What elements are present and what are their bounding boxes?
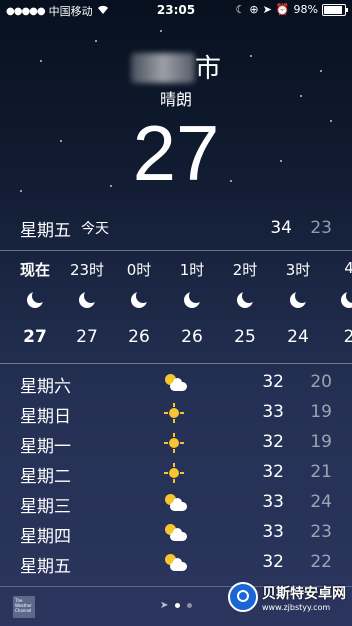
hour-label: 0时: [126, 261, 152, 279]
location-arrow-icon: ➤: [160, 600, 169, 611]
moon-icon: [289, 289, 309, 309]
daily-row: 星期五 32 22: [0, 548, 352, 578]
today-summary: 星期五 今天 34 23: [20, 214, 332, 242]
twc-logo-text: The Weather Channel: [15, 598, 32, 613]
hour-item: 3时 24: [272, 251, 324, 347]
moon-icon: [236, 289, 256, 309]
moon-icon: [340, 289, 352, 309]
watermark-logo-icon: [228, 582, 258, 612]
page-dot-active: [175, 603, 181, 608]
daily-low: 23: [310, 522, 332, 542]
sun-icon: [164, 463, 184, 483]
today-high: 34: [270, 218, 292, 238]
daily-high: 33: [262, 402, 284, 422]
daily-low: 22: [310, 552, 332, 572]
daily-high: 32: [262, 372, 284, 392]
daily-low: 24: [310, 492, 332, 512]
moon-icon: [130, 289, 150, 309]
city-name-redacted: [130, 53, 195, 83]
current-temperature: 27: [132, 109, 220, 197]
alarm-icon: ⏰: [275, 3, 290, 16]
daily-low: 19: [310, 432, 332, 452]
status-bar: ●●●●● 中国移动 23:05 ☾ ⊕ ➤ ⏰ 98%: [0, 0, 352, 20]
daily-day: 星期二: [20, 467, 71, 487]
hour-label: 1时: [179, 261, 205, 279]
partly-cloudy-icon: [164, 373, 188, 393]
battery-fill: [324, 5, 342, 14]
daily-low: 19: [310, 402, 332, 422]
daily-row: 星期二 32 21: [0, 458, 352, 488]
today-day: 星期五: [20, 220, 71, 241]
page-indicator[interactable]: ➤: [160, 600, 193, 611]
page-dot: [187, 603, 193, 608]
hour-label: 3时: [285, 261, 311, 279]
today-tag: 今天: [81, 221, 109, 237]
partly-cloudy-icon: [164, 493, 188, 513]
daily-day: 星期三: [20, 497, 71, 517]
daily-row: 星期三 33 24: [0, 488, 352, 518]
hour-item: 4 2: [323, 251, 352, 347]
hour-item: 1时 26: [166, 251, 218, 347]
hour-temp: 24: [287, 327, 309, 347]
hour-temp: 27: [23, 327, 47, 347]
daily-high: 33: [262, 492, 284, 512]
daily-day: 星期一: [20, 437, 71, 457]
daily-high: 32: [262, 552, 284, 572]
hour-item: 23时 27: [61, 251, 113, 347]
hour-temp: 25: [234, 327, 256, 347]
watermark-name: 贝斯特安卓网: [262, 585, 346, 602]
location-icon: ➤: [262, 3, 272, 16]
daily-row: 星期六 32 20: [0, 368, 352, 398]
daily-row: 星期日 33 19: [0, 398, 352, 428]
daily-high: 32: [262, 462, 284, 482]
moon-status-icon: ☾: [235, 3, 246, 16]
hour-label: 23时: [69, 261, 105, 279]
city-name: 市: [0, 48, 352, 85]
moon-icon: [26, 289, 46, 309]
daily-high: 32: [262, 432, 284, 452]
battery-icon: [322, 3, 348, 16]
rotation-lock-icon: ⊕: [249, 3, 259, 16]
daily-day: 星期四: [20, 527, 71, 547]
hour-label: 现在: [19, 261, 50, 279]
hour-temp: 2: [323, 327, 352, 347]
daily-low: 20: [310, 372, 332, 392]
partly-cloudy-icon: [164, 523, 188, 543]
watermark-url: www.zjbstyy.com: [262, 602, 331, 612]
hour-temp: 26: [128, 327, 150, 347]
site-watermark: 贝斯特安卓网 www.zjbstyy.com: [228, 582, 346, 612]
city-suffix: 市: [194, 54, 221, 84]
daily-day: 星期五: [20, 557, 71, 577]
daily-high: 33: [262, 522, 284, 542]
hour-item: 2时 25: [219, 251, 271, 347]
daily-day: 星期六: [20, 377, 71, 397]
partly-cloudy-icon: [164, 553, 188, 573]
daily-row: 星期一 32 19: [0, 428, 352, 458]
daily-low: 21: [310, 462, 332, 482]
weather-condition: 晴朗: [159, 90, 192, 109]
hour-item: 现在 27: [9, 251, 61, 347]
moon-icon: [183, 289, 203, 309]
weather-channel-logo[interactable]: The Weather Channel: [13, 596, 35, 618]
today-low: 23: [310, 218, 332, 238]
sun-icon: [164, 403, 184, 423]
hourly-forecast[interactable]: 现在 27 23时 27 0时 26 1时 26 2时 25 3时 24 4 2: [0, 250, 352, 364]
hour-label: 2时: [232, 261, 258, 279]
daily-day: 星期日: [20, 407, 71, 427]
battery-percent: 98%: [293, 3, 318, 16]
sun-icon: [164, 433, 184, 453]
hour-temp: 27: [76, 327, 98, 347]
daily-forecast[interactable]: 星期六 32 20 星期日 33 19 星期一 32 19 星期二 32 21 …: [0, 368, 352, 578]
hour-temp: 26: [181, 327, 203, 347]
hour-item: 0时 26: [113, 251, 165, 347]
daily-row: 星期四 33 23: [0, 518, 352, 548]
moon-icon: [78, 289, 98, 309]
hour-label: 4: [323, 259, 352, 279]
